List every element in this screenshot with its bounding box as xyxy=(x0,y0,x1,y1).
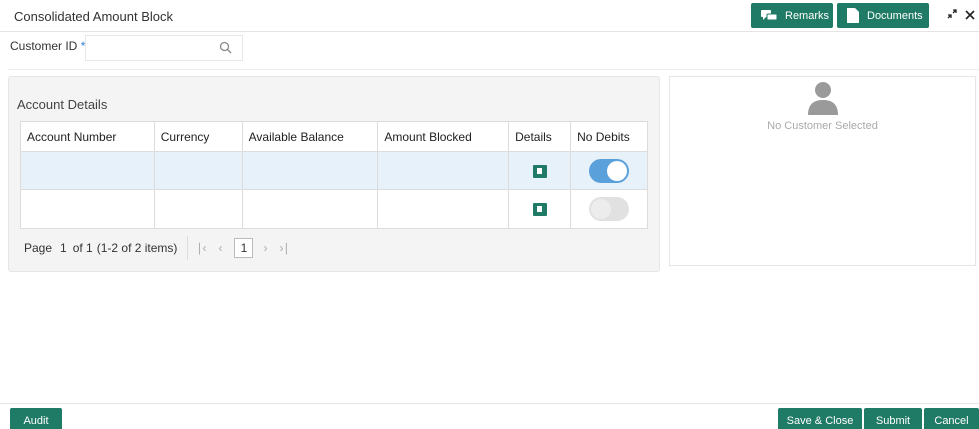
page-title: Consolidated Amount Block xyxy=(14,9,173,24)
divider xyxy=(8,69,979,70)
document-icon xyxy=(847,8,859,23)
save-close-button[interactable]: Save & Close xyxy=(778,408,862,429)
customer-id-input[interactable] xyxy=(92,36,212,60)
cell-amount-blocked xyxy=(377,151,510,190)
footer-bar: Audit Save & Close Submit Cancel xyxy=(0,403,979,429)
table-row[interactable] xyxy=(20,189,648,229)
col-account-number[interactable]: Account Number xyxy=(20,121,155,152)
documents-label: Documents xyxy=(867,9,923,22)
account-details-title: Account Details xyxy=(17,97,108,112)
customer-id-field[interactable] xyxy=(85,35,243,61)
cell-account-number xyxy=(20,151,155,190)
account-details-panel: Account Details Account Number Currency … xyxy=(8,76,660,272)
submit-button[interactable]: Submit xyxy=(864,408,922,429)
col-available-balance[interactable]: Available Balance xyxy=(241,121,379,152)
toggle-knob xyxy=(591,199,612,219)
cell-no-debits xyxy=(570,151,648,190)
col-no-debits[interactable]: No Debits xyxy=(570,121,648,152)
table-header-row: Account Number Currency Available Balanc… xyxy=(20,121,648,152)
table-row[interactable] xyxy=(20,151,648,190)
previous-page-icon[interactable]: ‹ xyxy=(218,241,222,255)
pager-separator xyxy=(187,236,189,260)
customer-id-text: Customer ID xyxy=(10,39,78,53)
no-debits-toggle[interactable] xyxy=(589,158,630,183)
toggle-knob xyxy=(607,160,628,181)
pagination: Page 1 of 1 (1-2 of 2 items) ∣‹ ‹ 1 › ›∣ xyxy=(24,235,301,261)
page-number: 1 xyxy=(60,241,67,255)
cell-account-number xyxy=(20,189,155,229)
details-icon[interactable] xyxy=(532,164,547,178)
cell-no-debits xyxy=(570,189,648,229)
cancel-button[interactable]: Cancel xyxy=(924,408,979,429)
details-icon[interactable] xyxy=(532,203,547,217)
customer-summary-panel: No Customer Selected xyxy=(669,76,976,266)
cell-available-balance xyxy=(241,189,379,229)
items-range: (1-2 of 2 items) xyxy=(96,241,178,255)
last-page-icon[interactable]: ›∣ xyxy=(279,241,289,255)
next-page-icon[interactable]: › xyxy=(263,241,267,255)
col-currency[interactable]: Currency xyxy=(153,121,243,152)
cell-amount-blocked xyxy=(377,189,510,229)
current-page[interactable]: 1 xyxy=(234,238,254,258)
cell-currency xyxy=(153,151,243,190)
minimize-icon[interactable] xyxy=(946,8,958,23)
audit-button[interactable]: Audit xyxy=(10,408,62,429)
cell-details xyxy=(508,189,572,229)
user-icon xyxy=(807,81,839,118)
remarks-label: Remarks xyxy=(785,9,830,22)
cell-currency xyxy=(153,189,243,229)
first-page-icon[interactable]: ∣‹ xyxy=(196,241,206,255)
col-amount-blocked[interactable]: Amount Blocked xyxy=(377,121,510,152)
page-of-label: of 1 xyxy=(72,241,93,255)
documents-button[interactable]: Documents xyxy=(837,3,929,28)
close-icon[interactable] xyxy=(965,8,975,23)
chat-icon xyxy=(761,9,777,22)
customer-id-label: Customer ID * xyxy=(10,39,85,53)
no-customer-text: No Customer Selected xyxy=(767,120,878,132)
no-debits-toggle[interactable] xyxy=(589,197,630,221)
cell-available-balance xyxy=(241,151,379,190)
remarks-button[interactable]: Remarks xyxy=(751,3,833,28)
account-table: Account Number Currency Available Balanc… xyxy=(20,121,648,229)
title-bar: Consolidated Amount Block Remarks Docume… xyxy=(0,0,979,32)
col-details[interactable]: Details xyxy=(508,121,572,152)
page-label: Page xyxy=(24,241,53,255)
cell-details xyxy=(508,151,572,190)
search-icon[interactable] xyxy=(219,41,232,57)
